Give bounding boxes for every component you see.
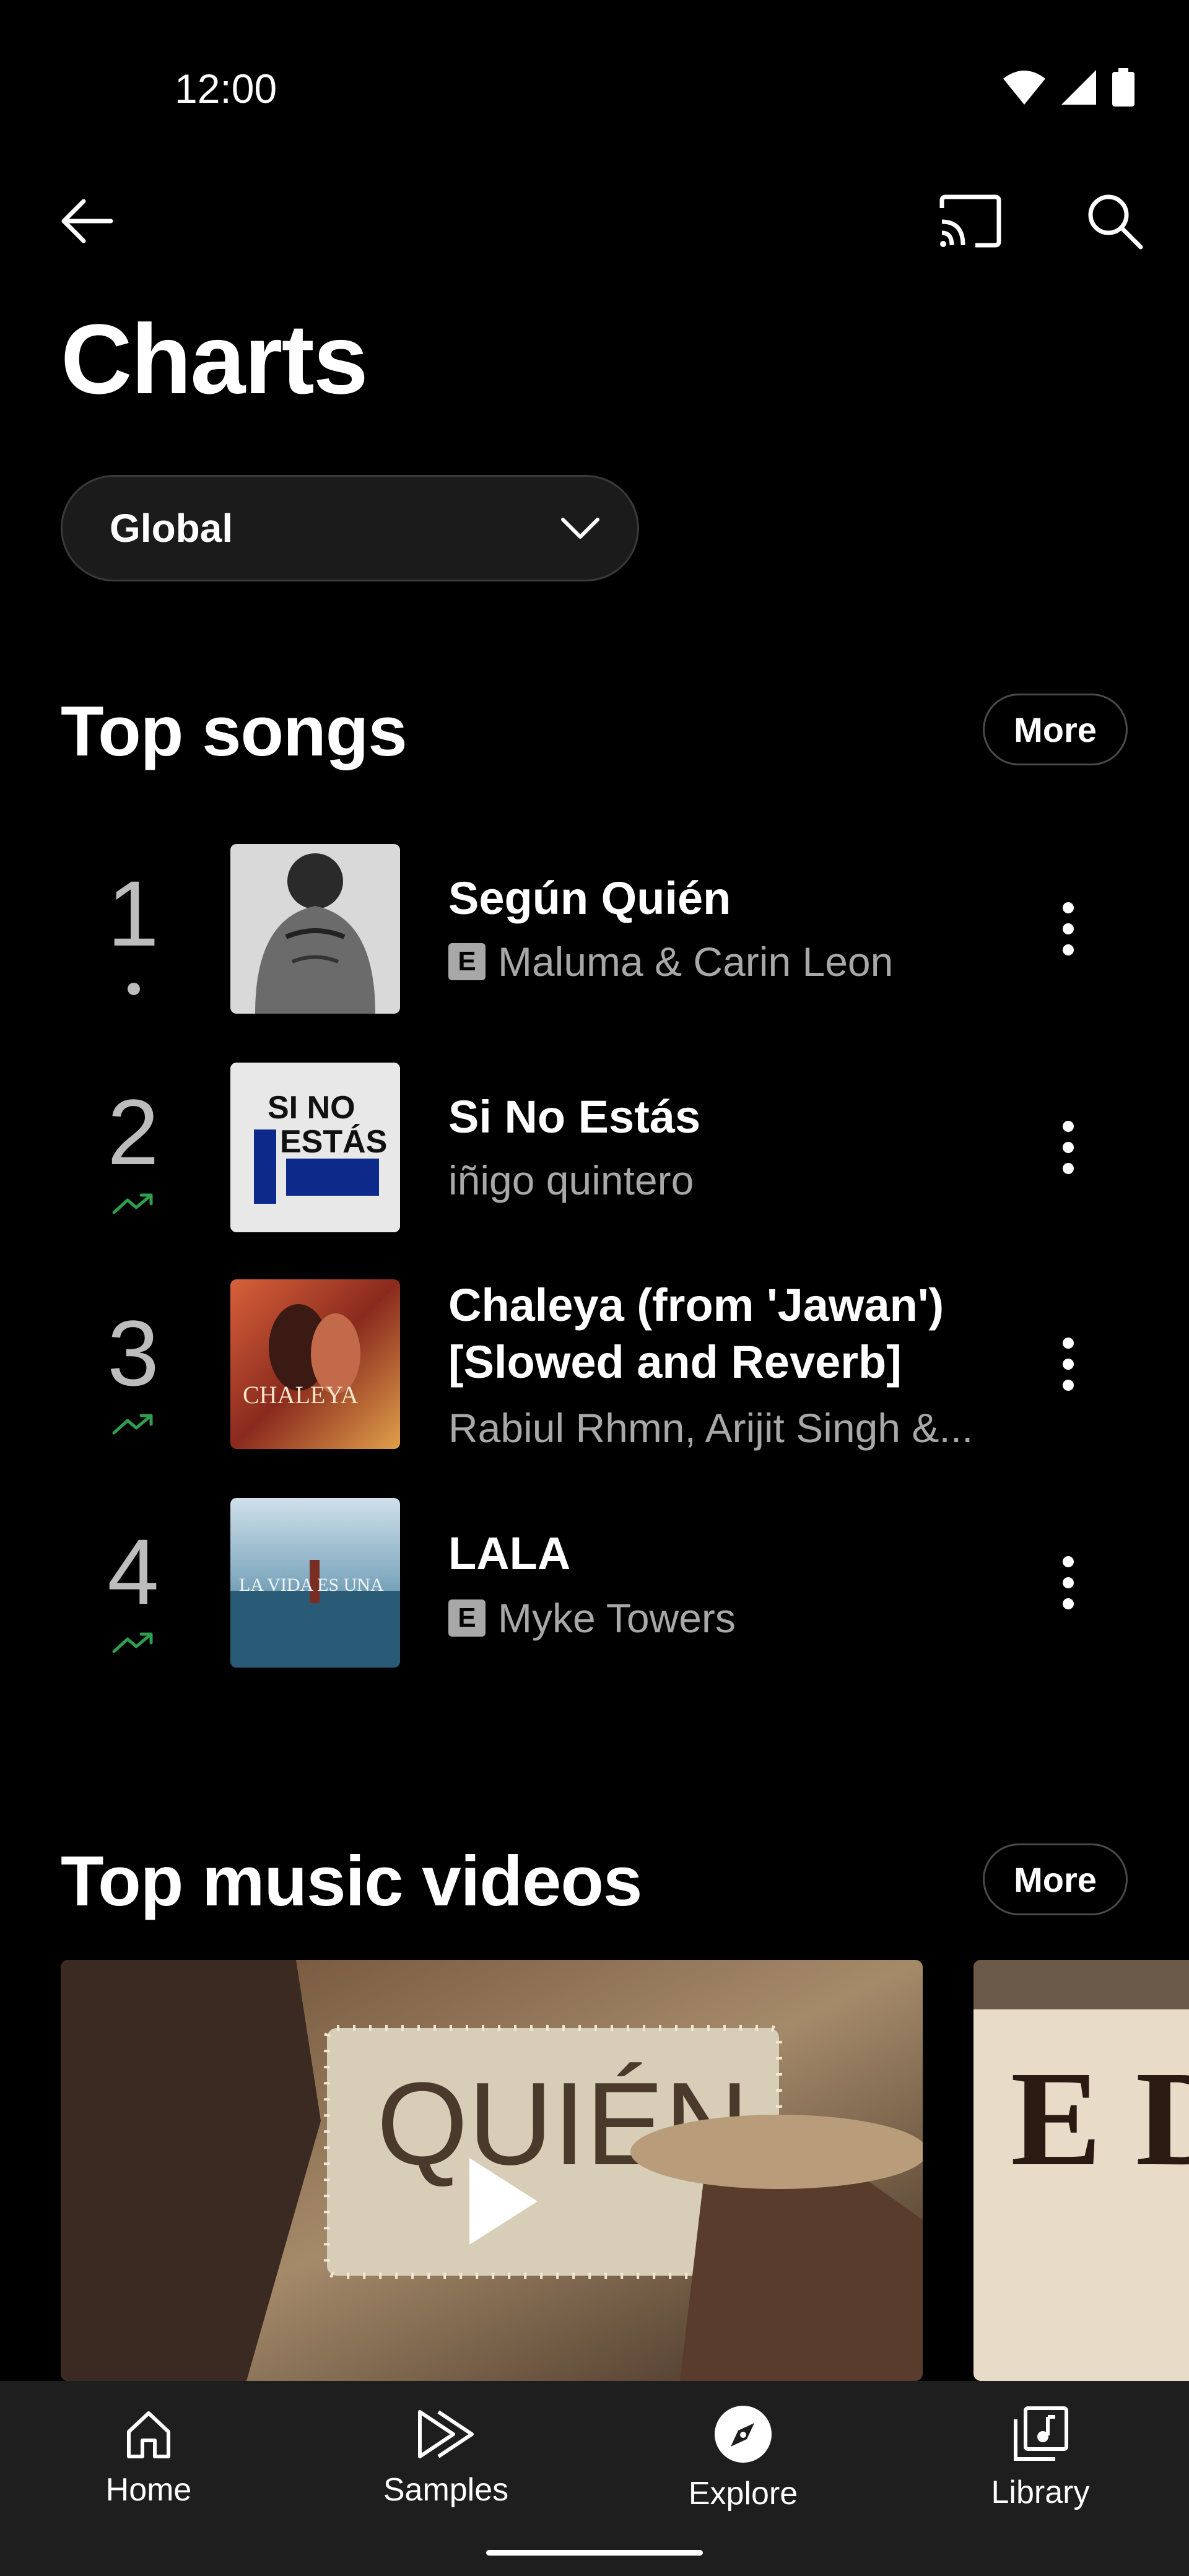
more-options-button[interactable] <box>1031 1092 1105 1203</box>
kebab-dot <box>1063 902 1074 913</box>
song-rank: 2 <box>107 1080 159 1184</box>
song-thumbnail: CHALEYA <box>230 1279 400 1449</box>
cast-icon <box>939 194 1001 248</box>
song-thumbnail <box>230 844 400 1014</box>
svg-text:SI NO: SI NO <box>268 1090 355 1126</box>
kebab-dot <box>1063 1121 1074 1132</box>
signal-icon <box>1061 70 1096 105</box>
kebab-dot <box>1063 1556 1074 1567</box>
home-indicator <box>486 2550 703 2556</box>
song-row-3[interactable]: 3 CHALEYA Chaleya (from 'Jawan') [Slowed… <box>0 1263 1189 1468</box>
explicit-icon: E <box>448 1599 486 1637</box>
bottom-navigation: Home Samples Explore Library <box>0 2381 1189 2576</box>
back-button[interactable] <box>43 178 130 264</box>
song-title: LALA <box>448 1528 571 1579</box>
kebab-dot <box>1063 1598 1074 1609</box>
library-icon <box>1014 2406 1068 2461</box>
more-options-button[interactable] <box>1031 873 1105 985</box>
explicit-icon: E <box>448 943 486 980</box>
album-art-image <box>230 844 400 1014</box>
kebab-dot <box>1063 1338 1074 1349</box>
top-songs-more-button[interactable]: More <box>983 694 1128 765</box>
more-options-button[interactable] <box>1031 1527 1105 1638</box>
song-rank: 4 <box>107 1520 159 1624</box>
song-title: Chaleya (from 'Jawan') [Slowed and Rever… <box>448 1279 944 1388</box>
song-artist-line: E Maluma & Carin Leon <box>448 938 893 985</box>
home-icon <box>127 2411 170 2458</box>
trend-up-icon <box>112 1414 153 1435</box>
song-title: Según Quién <box>448 872 731 924</box>
video-card-2[interactable]: E De <box>973 1960 1189 2381</box>
nav-item-library[interactable]: Library <box>947 2381 1133 2536</box>
status-icons <box>1003 68 1135 107</box>
trend-up-icon <box>112 1632 153 1653</box>
nav-label: Explore <box>688 2476 798 2512</box>
video-thumbnail: QUIÉN <box>61 1960 923 2381</box>
status-time: 12:00 <box>175 66 277 111</box>
back-arrow-icon <box>61 199 113 243</box>
kebab-dot <box>1063 944 1074 955</box>
song-row-4[interactable]: 4 LA VIDA ES UNA LALA E Myke Towers <box>0 1482 1189 1686</box>
kebab-dot <box>1063 1163 1074 1174</box>
song-rank: 1 <box>107 861 159 965</box>
song-artist: Maluma & Carin Leon <box>498 939 894 985</box>
album-art-image: SI NO ESTÁS <box>230 1063 400 1232</box>
samples-icon <box>418 2410 474 2458</box>
kebab-dot <box>1063 1380 1074 1391</box>
kebab-dot <box>1063 1359 1074 1370</box>
chevron-down-icon <box>561 518 599 539</box>
svg-text:ESTÁS: ESTÁS <box>280 1124 387 1160</box>
video-thumbnail: E De <box>973 1960 1189 2381</box>
song-row-2[interactable]: 2 SI NO ESTÁS Si No Estás iñigo quintero <box>0 1045 1189 1250</box>
page-title: Charts <box>61 303 368 414</box>
cast-button[interactable] <box>927 178 1014 264</box>
kebab-dot <box>1063 1142 1074 1153</box>
nav-label: Home <box>105 2472 192 2508</box>
song-title: Si No Estás <box>448 1091 701 1142</box>
song-artist-line: Rabiul Rhmn, Arijit Singh &... <box>448 1404 973 1451</box>
country-selector-value: Global <box>110 506 233 550</box>
top-videos-heading: Top music videos <box>61 1842 642 1921</box>
video-card-1[interactable]: QUIÉN <box>61 1960 923 2381</box>
album-art-image: LA VIDA ES UNA <box>230 1498 400 1668</box>
search-button[interactable] <box>1071 178 1158 264</box>
battery-icon <box>1112 68 1135 107</box>
top-videos-more-button[interactable]: More <box>983 1843 1128 1915</box>
video-thumb-text: E De <box>1011 2043 1189 2194</box>
song-artist-line: iñigo quintero <box>448 1157 694 1204</box>
song-artist-line: E Myke Towers <box>448 1595 736 1642</box>
more-options-button[interactable] <box>1031 1308 1105 1420</box>
trend-up-icon <box>112 1193 153 1214</box>
song-thumbnail: SI NO ESTÁS <box>230 1063 400 1232</box>
kebab-dot <box>1063 923 1074 934</box>
nav-item-home[interactable]: Home <box>56 2381 242 2536</box>
album-art-text: LA VIDA ES UNA <box>239 1575 384 1595</box>
song-artist: Rabiul Rhmn, Arijit Singh &... <box>448 1405 973 1451</box>
wifi-icon <box>1003 71 1045 105</box>
nav-label: Samples <box>383 2472 509 2508</box>
nav-label: Library <box>991 2474 1090 2510</box>
song-rank: 3 <box>107 1301 159 1405</box>
top-songs-heading: Top songs <box>61 692 407 771</box>
song-artist: Myke Towers <box>498 1595 736 1641</box>
explore-icon <box>715 2406 772 2463</box>
nav-item-samples[interactable]: Samples <box>353 2381 539 2536</box>
country-selector[interactable]: Global <box>61 475 639 581</box>
search-icon <box>1088 194 1143 250</box>
trend-neutral-icon <box>128 983 140 995</box>
album-art-image: CHALEYA <box>230 1279 400 1449</box>
song-thumbnail: LA VIDA ES UNA <box>230 1498 400 1668</box>
kebab-dot <box>1063 1577 1074 1588</box>
song-row-1[interactable]: 1 Según Quién E Maluma & Carin Leon <box>0 827 1189 1031</box>
album-art-text: CHALEYA <box>243 1381 359 1409</box>
song-artist: iñigo quintero <box>448 1157 694 1203</box>
nav-item-explore[interactable]: Explore <box>650 2381 836 2536</box>
